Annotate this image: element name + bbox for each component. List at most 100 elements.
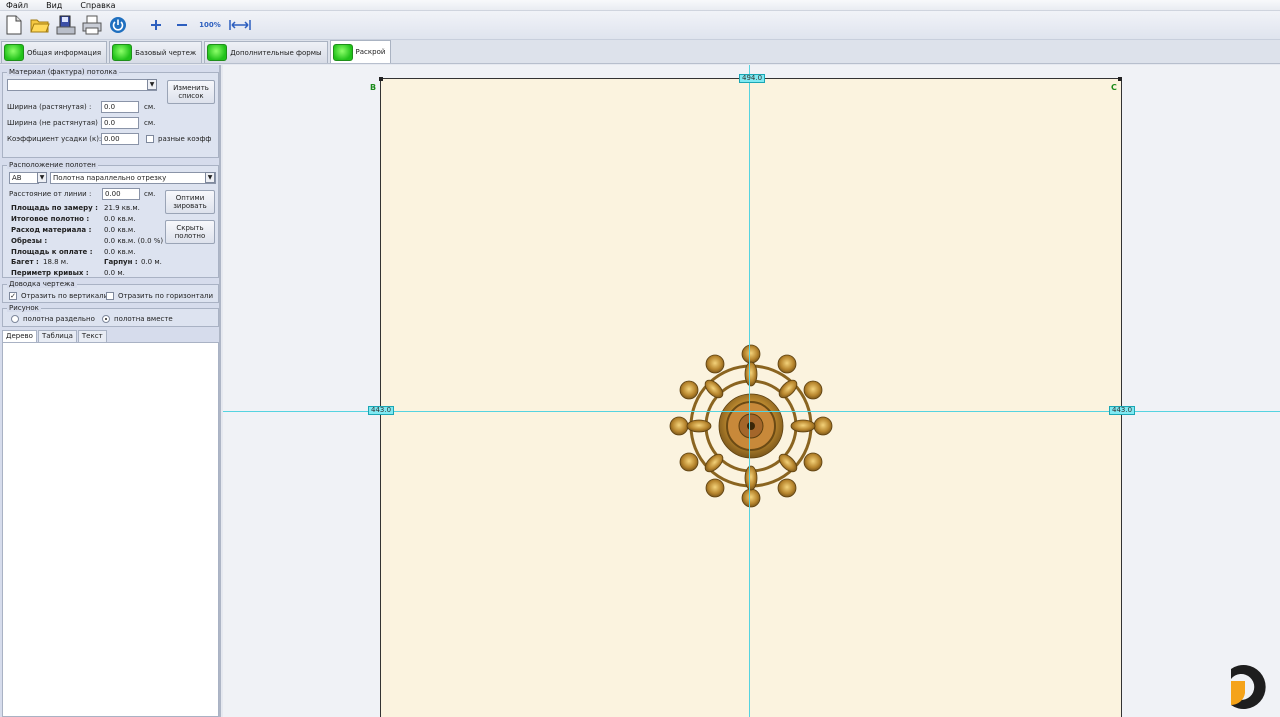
mirror-horizontal-label: Отразить по горизонтали bbox=[118, 292, 214, 300]
status-led-icon bbox=[332, 43, 353, 61]
shrink-coefficient-label: Коэффициент усадки (к): bbox=[7, 135, 102, 143]
optimize-button[interactable]: Оптими зировать bbox=[165, 190, 215, 214]
main-tabs: Общая информация Базовый чертеж Дополнит… bbox=[0, 40, 1280, 64]
zoom-100-label: 100% bbox=[199, 21, 221, 29]
final-canvas-label: Итоговое полотно : bbox=[11, 215, 90, 223]
change-list-button[interactable]: Изменить список bbox=[167, 80, 215, 104]
baguette-value: 18.8 м. bbox=[43, 258, 69, 266]
mirror-vertical-label: Отразить по вертикали bbox=[21, 292, 109, 300]
distance-label: Расстояние от линии : bbox=[9, 190, 92, 198]
tab-label: Общая информация bbox=[27, 48, 102, 57]
harpoon-value: 0.0 м. bbox=[141, 258, 162, 266]
material-select[interactable] bbox=[7, 79, 157, 91]
tab-label: Дополнительные формы bbox=[230, 48, 322, 57]
corner-marker-b bbox=[379, 77, 383, 81]
material-group-title: Материал (фактура) потолка bbox=[7, 68, 120, 76]
ceiling-rosette-icon bbox=[669, 344, 833, 508]
menu-bar: Файл Вид Справка bbox=[0, 0, 1280, 11]
tab-cutting[interactable]: Раскрой bbox=[329, 40, 392, 63]
fit-width-icon[interactable] bbox=[227, 14, 253, 36]
brand-logo-icon bbox=[1231, 665, 1266, 709]
power-icon[interactable] bbox=[107, 14, 129, 36]
distance-input[interactable]: 0.00 bbox=[102, 188, 140, 200]
zoom-100-icon[interactable]: 100% bbox=[197, 14, 223, 36]
mirror-vertical-checkbox[interactable]: ✓ bbox=[9, 292, 17, 300]
finishing-group: Доводка чертежа ✓ Отразить по вертикали … bbox=[2, 280, 219, 303]
baguette-label: Багет : bbox=[11, 258, 39, 266]
layout-group-title: Расположение полотен bbox=[7, 161, 98, 169]
harpoon-label: Гарпун : bbox=[104, 258, 138, 266]
save-icon[interactable] bbox=[55, 14, 77, 36]
vertical-guide-line[interactable] bbox=[749, 65, 750, 717]
tab-tree[interactable]: Дерево bbox=[2, 330, 37, 342]
chevron-down-icon[interactable]: ▼ bbox=[147, 79, 157, 90]
status-led-icon bbox=[112, 44, 133, 61]
segment-select[interactable]: AB bbox=[9, 172, 39, 184]
drawing-canvas[interactable]: B C 494.0 443.0 443.0 bbox=[223, 65, 1280, 717]
mirror-horizontal-checkbox[interactable] bbox=[106, 292, 114, 300]
top-dimension-label[interactable]: 494.0 bbox=[739, 74, 766, 83]
curve-perimeter-value: 0.0 м. bbox=[104, 269, 125, 277]
separate-label: полотна раздельно bbox=[23, 315, 95, 323]
tab-label: Раскрой bbox=[355, 48, 386, 56]
new-document-icon[interactable] bbox=[3, 14, 25, 36]
zoom-in-icon[interactable] bbox=[145, 14, 167, 36]
material-usage-value: 0.0 кв.м. bbox=[104, 226, 136, 234]
tab-label: Базовый чертеж bbox=[135, 48, 197, 57]
tab-additional-shapes[interactable]: Дополнительные формы bbox=[204, 41, 328, 63]
width-unstretched-label: Ширина (не растянутая) : bbox=[7, 119, 103, 127]
open-folder-icon[interactable] bbox=[29, 14, 51, 36]
menu-file[interactable]: Файл bbox=[6, 1, 28, 10]
hide-canvas-button[interactable]: Скрыть полотно bbox=[165, 220, 215, 244]
tab-table[interactable]: Таблица bbox=[37, 330, 77, 342]
zoom-out-icon[interactable] bbox=[171, 14, 193, 36]
curve-perimeter-label: Периметр кривых : bbox=[11, 269, 89, 277]
tab-base-drawing[interactable]: Базовый чертеж bbox=[109, 41, 203, 63]
measured-area-value: 21.9 кв.м. bbox=[104, 204, 140, 212]
drawing-group: Рисунок полотна раздельно полотна вместе bbox=[2, 304, 219, 327]
distance-unit-label: см. bbox=[144, 190, 156, 198]
corner-marker-c bbox=[1118, 77, 1122, 81]
corner-label-b: B bbox=[370, 83, 377, 92]
right-dimension-label[interactable]: 443.0 bbox=[1109, 406, 1136, 415]
offcuts-label: Обрезы : bbox=[11, 237, 48, 245]
orientation-select[interactable]: Полотна параллельно отрезку bbox=[50, 172, 216, 184]
payable-area-label: Площадь к оплате : bbox=[11, 248, 93, 256]
offcuts-value: 0.0 кв.м. (0.0 %) bbox=[104, 237, 164, 245]
tree-view[interactable] bbox=[2, 342, 219, 717]
left-dimension-label[interactable]: 443.0 bbox=[368, 406, 395, 415]
measured-area-label: Площадь по замеру : bbox=[11, 204, 98, 212]
chevron-down-icon[interactable]: ▼ bbox=[37, 172, 47, 183]
print-icon[interactable] bbox=[81, 14, 103, 36]
canvas-layout-group: Расположение полотен AB ▼ Полотна паралл… bbox=[2, 161, 219, 278]
width-stretched-label: Ширина (растянутая) : bbox=[7, 103, 92, 111]
shrink-coefficient-input[interactable]: 0.00 bbox=[101, 133, 139, 145]
width-stretched-input[interactable]: 0.0 bbox=[101, 101, 139, 113]
status-led-icon bbox=[207, 44, 228, 61]
final-canvas-value: 0.0 кв.м. bbox=[104, 215, 136, 223]
chevron-down-icon[interactable]: ▼ bbox=[205, 172, 215, 183]
tab-text[interactable]: Текст bbox=[77, 330, 107, 342]
tab-general-info[interactable]: Общая информация bbox=[1, 41, 108, 63]
menu-help[interactable]: Справка bbox=[80, 1, 115, 10]
ceiling-sheet[interactable] bbox=[380, 78, 1122, 717]
payable-area-value: 0.0 кв.м. bbox=[104, 248, 136, 256]
material-group: Материал (фактура) потолка ▼ Изменить сп… bbox=[2, 68, 219, 158]
width-unstretched-input[interactable]: 0.0 bbox=[101, 117, 139, 129]
unit-cm-label: см. bbox=[144, 119, 156, 127]
view-subtabs: Дерево Таблица Текст bbox=[2, 330, 107, 342]
menu-view[interactable]: Вид bbox=[46, 1, 62, 10]
separate-radio[interactable] bbox=[11, 315, 19, 323]
together-label: полотна вместе bbox=[114, 315, 173, 323]
status-led-icon bbox=[4, 44, 24, 61]
unit-cm-label: см. bbox=[144, 103, 156, 111]
material-usage-label: Расход материала : bbox=[11, 226, 92, 234]
diff-coeff-checkbox[interactable] bbox=[146, 135, 154, 143]
drawing-group-title: Рисунок bbox=[7, 304, 41, 312]
corner-label-c: C bbox=[1111, 83, 1117, 92]
toolbar: 100% bbox=[0, 11, 1280, 40]
left-panel: Материал (фактура) потолка ▼ Изменить сп… bbox=[0, 65, 221, 717]
finishing-group-title: Доводка чертежа bbox=[7, 280, 77, 288]
together-radio[interactable] bbox=[102, 315, 110, 323]
diff-coeff-label: разные коэфф bbox=[158, 135, 212, 143]
